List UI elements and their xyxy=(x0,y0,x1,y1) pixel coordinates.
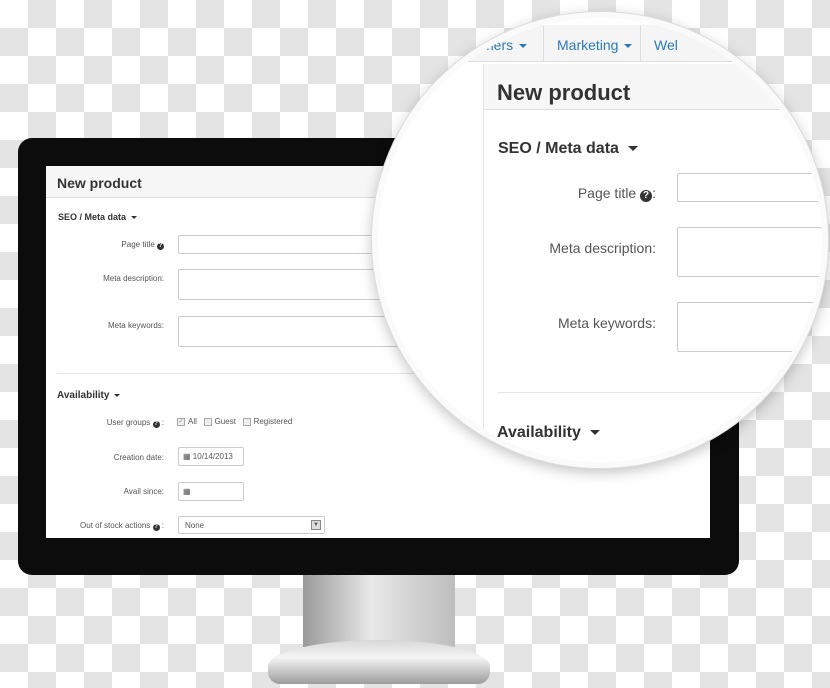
user-groups-label: User groups ? : xyxy=(106,418,164,428)
seo-heading: SEO / Meta data xyxy=(58,212,127,222)
help-icon[interactable]: ? xyxy=(152,524,160,531)
page-title-label: Page title ?: xyxy=(578,185,656,202)
nav-item-website[interactable]: Wel xyxy=(654,37,678,53)
page-title-label: Page title ? xyxy=(121,240,164,250)
availability-heading: Availability xyxy=(497,424,581,441)
meta-keywords-label: Meta keywords: xyxy=(107,321,164,330)
availability-section-toggle[interactable]: Availability xyxy=(57,390,121,401)
meta-description-label: Meta description: xyxy=(549,240,656,256)
availability-section-toggle[interactable]: Availability xyxy=(497,424,600,442)
caret-down-icon xyxy=(627,146,638,152)
availability-heading: Availability xyxy=(57,390,110,401)
creation-date-input[interactable]: ▦ 10/14/2013 xyxy=(178,447,244,466)
calendar-icon: ▦ xyxy=(183,452,191,461)
out-of-stock-label: Out of stock actions ? : xyxy=(80,521,164,531)
caret-down-icon xyxy=(131,216,138,220)
calendar-icon: ▦ xyxy=(183,487,191,496)
page-title: New product xyxy=(57,175,142,191)
date-value: 10/14/2013 xyxy=(192,452,233,461)
out-of-stock-select[interactable]: None ▼ xyxy=(178,516,325,534)
avail-since-input[interactable]: ▦ xyxy=(178,482,244,501)
checkbox-checked-icon: ✓ xyxy=(177,417,185,426)
nav-label: Marketing xyxy=(557,37,619,53)
dropdown-arrow-icon: ▼ xyxy=(311,520,321,530)
content-border xyxy=(483,110,484,462)
help-icon[interactable]: ? xyxy=(157,243,164,250)
meta-description-textarea[interactable] xyxy=(677,227,822,277)
checkbox-guest[interactable]: Guest xyxy=(203,417,236,426)
help-icon[interactable]: ? xyxy=(152,421,160,428)
seo-section-toggle[interactable]: SEO / Meta data xyxy=(58,212,138,222)
seo-section-toggle[interactable]: SEO / Meta data xyxy=(498,140,638,158)
checkbox-registered[interactable]: Registered xyxy=(242,417,293,426)
checkbox-icon xyxy=(242,417,251,426)
nav-item-customers[interactable]: mers xyxy=(482,37,528,53)
monitor-stand-base xyxy=(268,640,490,684)
help-icon[interactable]: ? xyxy=(640,190,653,202)
avail-since-label: Avail since: xyxy=(123,487,164,496)
nav-label: mers xyxy=(482,37,514,53)
caret-down-icon xyxy=(114,393,121,397)
nav-divider xyxy=(640,25,641,62)
meta-keywords-label: Meta keywords: xyxy=(557,315,656,331)
magnifier-lens: mers Marketing Wel New product SEO / Met… xyxy=(372,12,828,468)
divider xyxy=(497,392,822,393)
checkbox-all[interactable]: ✓ All xyxy=(177,417,197,426)
meta-description-label: Meta description: xyxy=(103,274,164,283)
label-text: Page title xyxy=(121,240,155,249)
caret-down-icon xyxy=(589,430,600,436)
creation-date-label: Creation date: xyxy=(113,453,164,462)
select-value: None xyxy=(185,521,205,530)
colon: : xyxy=(652,185,656,201)
nav-divider xyxy=(543,25,544,62)
checkbox-label: Guest xyxy=(214,417,236,426)
seo-heading: SEO / Meta data xyxy=(498,140,619,157)
checkbox-icon xyxy=(203,417,212,426)
label-text: Page title xyxy=(577,185,637,201)
checkbox-label: Registered xyxy=(253,417,293,426)
caret-down-icon xyxy=(624,44,633,49)
label-text: User groups xyxy=(106,418,151,427)
nav-item-marketing[interactable]: Marketing xyxy=(557,37,633,53)
monitor-stand-neck xyxy=(303,575,455,647)
meta-keywords-textarea[interactable] xyxy=(677,302,822,352)
user-groups-checkboxes: ✓ All Guest Registered xyxy=(177,417,292,426)
checkbox-label: All xyxy=(188,417,197,426)
page-title-input[interactable] xyxy=(677,173,822,202)
label-text: Out of stock actions xyxy=(80,521,151,530)
caret-down-icon xyxy=(519,44,528,49)
page-title: New product xyxy=(497,80,631,105)
